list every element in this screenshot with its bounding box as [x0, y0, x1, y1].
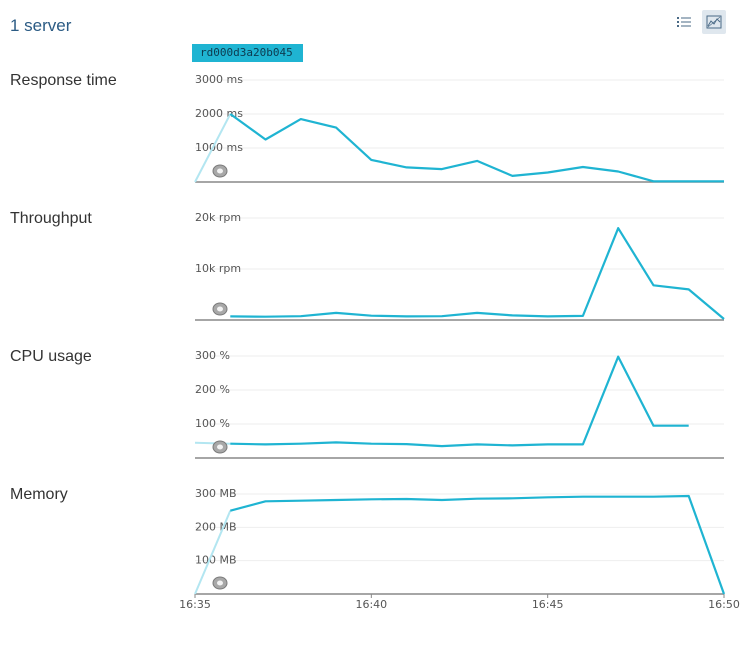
- range-handle-center: [217, 306, 223, 312]
- y-tick-label: 200 MB: [195, 520, 237, 533]
- x-tick-label: 16:50: [708, 598, 740, 611]
- x-tick-label: 16:45: [532, 598, 564, 611]
- series-line: [230, 494, 726, 595]
- series-line: [230, 355, 689, 448]
- y-tick-label: 10k rpm: [195, 262, 241, 275]
- y-tick-label: 300 MB: [195, 487, 237, 500]
- y-tick-label: 1000 ms: [195, 141, 243, 154]
- range-handle-center: [217, 444, 223, 450]
- y-tick-label: 100 %: [195, 417, 230, 430]
- x-tick-label: 16:40: [355, 598, 387, 611]
- y-tick-label: 20k rpm: [195, 211, 241, 224]
- x-tick-label: 16:35: [179, 598, 211, 611]
- range-handle-center: [217, 168, 223, 174]
- y-tick-label: 200 %: [195, 383, 230, 396]
- y-tick-label: 3000 ms: [195, 73, 243, 86]
- charts-canvas: 1000 ms2000 ms3000 ms10k rpm20k rpm100 %…: [179, 73, 740, 611]
- y-tick-label: 300 %: [195, 349, 230, 362]
- range-handle-center: [217, 580, 223, 586]
- series-line: [230, 227, 725, 320]
- y-tick-label: 100 MB: [195, 554, 237, 567]
